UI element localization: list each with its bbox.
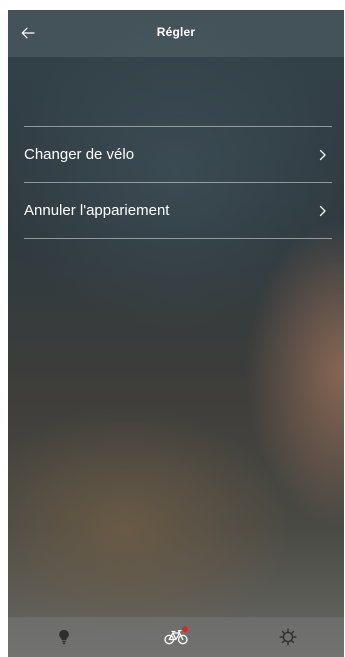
menu-item-label: Annuler l'appariement — [24, 202, 170, 219]
tab-bike[interactable] — [120, 617, 232, 657]
tab-settings[interactable] — [232, 617, 344, 657]
tab-light[interactable] — [8, 617, 120, 657]
gear-icon — [279, 628, 297, 646]
menu-item-change-bike[interactable]: Changer de vélo — [24, 127, 332, 182]
bottom-tab-bar — [8, 617, 344, 657]
top-app-bar: Régler — [8, 10, 344, 57]
menu-item-label: Changer de vélo — [24, 146, 135, 163]
settings-menu: Changer de vélo Annuler l'appariement — [24, 126, 332, 239]
menu-item-unpair[interactable]: Annuler l'appariement — [24, 183, 332, 238]
page-title: Régler — [156, 25, 196, 39]
lightbulb-icon — [59, 630, 69, 645]
chevron-right-icon — [316, 148, 330, 162]
chevron-right-icon — [316, 204, 330, 218]
notification-badge — [182, 626, 188, 632]
settings-screen: Régler Changer de vélo Annuler l'apparie… — [8, 10, 344, 657]
divider — [24, 238, 332, 239]
